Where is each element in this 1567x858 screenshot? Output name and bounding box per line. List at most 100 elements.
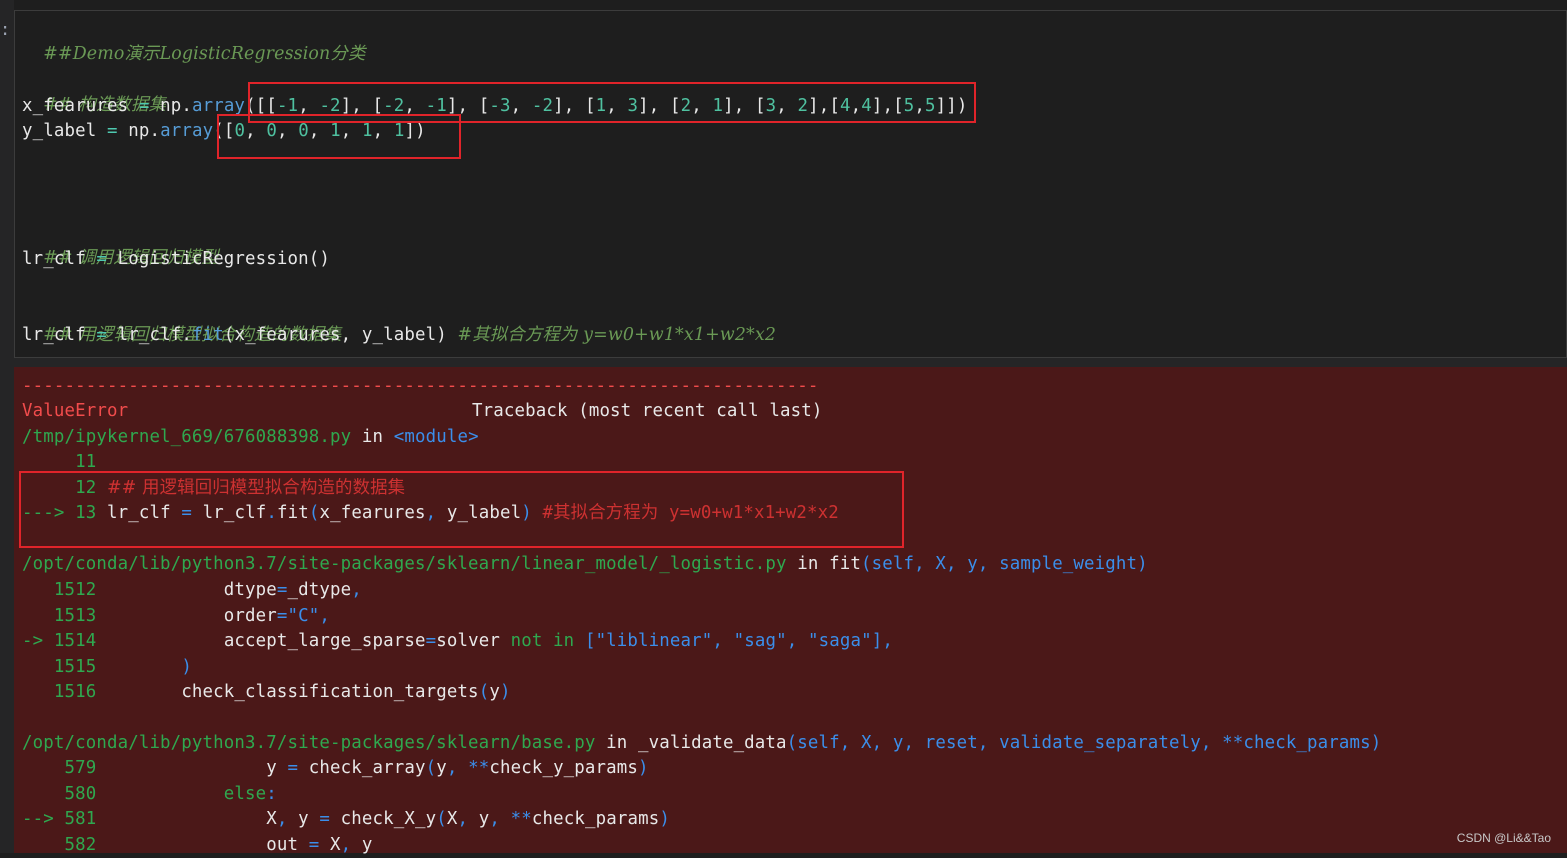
cell-gutter [0, 0, 14, 853]
punct-token: , [446, 758, 458, 778]
punct-token: , [712, 631, 724, 651]
line-number: 1513 [22, 605, 97, 626]
punct-token: ) [659, 809, 670, 829]
cell-separator [14, 358, 1567, 367]
name-token: y [489, 682, 500, 702]
frame3-file-link[interactable]: /opt/conda/lib/python3.7/site-packages/s… [22, 733, 595, 753]
string-token: "C" [287, 605, 320, 626]
punct-token: ( [425, 758, 437, 778]
name-token: out [266, 834, 299, 855]
name-token: accept_large_sparse [223, 631, 426, 651]
traceback-code-line: 580 else: [22, 782, 277, 807]
punct-token: , [882, 631, 893, 651]
fit-fn: fit [191, 325, 224, 345]
line-number: 582 [22, 834, 97, 855]
traceback-code-line: --> 581 X, y = check_X_y(X, y, **check_p… [22, 807, 670, 832]
line-number: 580 [22, 783, 97, 804]
keyword-token: not in [510, 631, 575, 651]
line-number: 1516 [22, 682, 97, 702]
name-token: X [330, 834, 341, 855]
name-token: check_params [531, 809, 660, 829]
frame3-signature: (self, X, y, reset, validate_separately,… [786, 733, 1382, 753]
watermark: CSDN @Li&&Tao [1456, 831, 1551, 845]
punct-token: , [319, 605, 331, 626]
name-token: check_array [308, 758, 426, 778]
current-line-arrow: --> [22, 809, 54, 829]
traceback-title: Traceback (most recent call last) [472, 401, 823, 421]
name-token: order [223, 605, 277, 626]
punct-token: ( [436, 809, 447, 829]
frame3-in: in [606, 733, 628, 753]
cell-prompt-mark: : [0, 20, 11, 40]
frame1-in: in [361, 427, 384, 447]
punct-token: [ [584, 631, 596, 651]
assign-op: = [96, 249, 107, 269]
punct-token: = [319, 809, 331, 829]
string-token: "liblinear" [595, 631, 713, 651]
name-token: dtype [223, 580, 277, 600]
traceback-code-line: 582 out = X, y [22, 833, 373, 858]
frame2-signature: (self, X, y, sample_weight) [861, 554, 1148, 574]
punct-token: = [287, 758, 299, 778]
array-fn: array [160, 121, 214, 141]
traceback-code-line: 1515 ) [22, 655, 192, 680]
highlight-box-y-data [217, 114, 461, 159]
traceback-code-line: 1512 dtype=_dtype, [22, 578, 362, 603]
punct-token: ) [181, 656, 192, 677]
error-type: ValueError [22, 401, 129, 421]
fit-comment: #其拟合方程为 y=w0+w1*x1+w2*x2 [457, 325, 777, 345]
traceback-dashes: ----------------------------------------… [22, 376, 819, 396]
traceback-code-line: 579 y = check_array(y, **check_y_params) [22, 756, 649, 781]
name-token: _dtype [287, 580, 352, 600]
line-number: 1514 [43, 631, 97, 651]
frame1-file-link[interactable]: /tmp/ipykernel_669/676088398.py [22, 427, 351, 447]
traceback-code-line: 1516 check_classification_targets(y) [22, 680, 511, 705]
punct-token: , [340, 834, 352, 855]
punct-token: , [276, 809, 288, 829]
line-number: 579 [22, 758, 97, 778]
assign-op: = [106, 121, 118, 141]
string-token: "saga" [808, 631, 872, 651]
traceback-header: ValueError Traceback (most recent call la… [22, 399, 822, 424]
fit-object: lr_clf. [117, 325, 192, 345]
name-token: y [266, 758, 277, 778]
array-fn: array [191, 96, 246, 116]
line-number: 1515 [22, 656, 97, 677]
np-prefix: np. [128, 121, 161, 141]
keyword-token: else [223, 783, 267, 804]
frame2-in: in [797, 554, 819, 574]
name-token: solver [436, 631, 500, 651]
x-features-var: x_fearures [22, 96, 129, 116]
traceback-code-line: -> 1514 accept_large_sparse=solver not i… [22, 629, 893, 654]
name-token: y [478, 809, 490, 829]
title-comment: ##Demo演示LogisticRegression分类 [43, 44, 366, 64]
frame2-file-link[interactable]: /opt/conda/lib/python3.7/site-packages/s… [22, 554, 787, 574]
traceback-code-line: 1513 order="C", [22, 604, 330, 629]
punct-token: ** [510, 809, 532, 829]
fit-args: (x_fearures, y_label) [223, 325, 447, 345]
punct-token: ) [638, 758, 649, 778]
frame3-header: /opt/conda/lib/python3.7/site-packages/s… [22, 731, 1381, 756]
y-label-var: y_label [22, 121, 97, 141]
punct-token: , [351, 580, 362, 600]
punct-token: ** [468, 758, 490, 778]
string-token: "sag" [733, 631, 787, 651]
assign-op: = [138, 96, 150, 116]
frame2-func: fit [829, 554, 862, 574]
punct-token: , [457, 809, 469, 829]
punct-token: = [308, 834, 320, 855]
frame3-func: _validate_data [637, 733, 787, 753]
code-line-fit: lr_clf = lr_clf.fit(x_fearures, y_label)… [22, 323, 776, 348]
clf-var: lr_clf [22, 249, 86, 269]
line-number: 581 [53, 809, 97, 829]
clf-constructor: LogisticRegression() [117, 249, 331, 269]
frame2-header: /opt/conda/lib/python3.7/site-packages/s… [22, 552, 1148, 577]
name-token: y [436, 758, 447, 778]
name-token: y [361, 834, 373, 855]
punct-token: ] [871, 631, 883, 651]
name-token: check_classification_targets [181, 682, 479, 702]
frame1-where: <module> [393, 427, 479, 447]
name-token: X [266, 809, 277, 829]
fit-lhs: lr_clf [22, 325, 86, 345]
name-token: X [446, 809, 458, 829]
